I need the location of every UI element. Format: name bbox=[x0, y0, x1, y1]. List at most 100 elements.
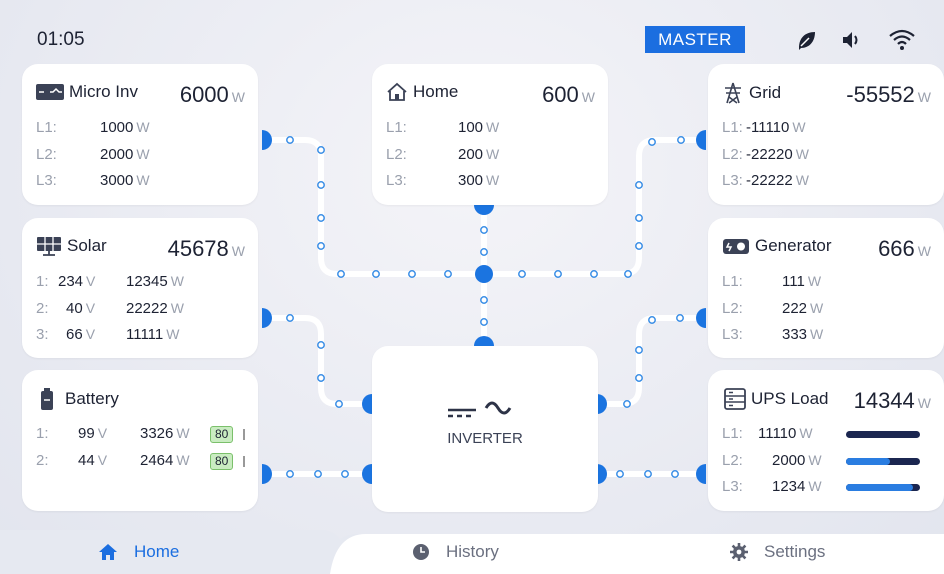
grid-row: L3: -22222 W bbox=[722, 172, 809, 189]
flow-dot bbox=[590, 270, 598, 278]
ups-total: 14344 W bbox=[853, 388, 931, 413]
tab-home[interactable]: Home bbox=[98, 530, 179, 574]
flow-dot bbox=[635, 181, 643, 189]
flow-dot bbox=[372, 270, 380, 278]
flow-dot bbox=[444, 270, 452, 278]
flow-dot bbox=[286, 470, 294, 478]
battery-soc-badge: 80 bbox=[210, 453, 234, 470]
generator-card[interactable]: Generator 666 W L1: 111 W L2: 222 W L3: 333… bbox=[708, 218, 944, 358]
generator-row: L1: 111 W bbox=[722, 273, 822, 290]
generator-row: L2: 222 W bbox=[722, 300, 824, 317]
inverter-symbol-icon bbox=[444, 394, 526, 420]
home-row: L3: 300 W bbox=[386, 172, 500, 189]
flow-dot bbox=[623, 400, 631, 408]
tab-settings[interactable]: Settings bbox=[730, 530, 825, 574]
flow-dot bbox=[648, 316, 656, 324]
battery-row: 2: 44 V 2464 W 80 bbox=[36, 452, 258, 472]
flow-dot bbox=[635, 346, 643, 354]
grid-row: L1: -11110 W bbox=[722, 119, 806, 136]
home-title: Home bbox=[413, 82, 459, 101]
grid-total: -55552 W bbox=[846, 82, 931, 107]
home-load-icon bbox=[387, 82, 407, 101]
battery-soc-badge: 80 bbox=[210, 426, 234, 443]
home-row: L1: 100 W bbox=[386, 119, 500, 136]
battery-card[interactable]: Battery 1: 99 V 3326 W 80 2: 44 V 2464 W 80 bbox=[22, 370, 258, 511]
battery-terminal bbox=[243, 456, 245, 467]
flow-dot bbox=[286, 136, 294, 144]
solar-panel-icon bbox=[37, 237, 61, 256]
ups-row: L2: 2000 W bbox=[722, 452, 932, 472]
tab-bar: Home History Settings bbox=[0, 530, 944, 574]
ups-load-card[interactable]: UPS Load 14344 W L1: 11110 W L2: 2000 W L3:… bbox=[708, 370, 944, 511]
screen: 01:05 MASTER Micro Inv 6000 W L1: 1000 W… bbox=[0, 0, 944, 574]
tab-history-label: History bbox=[446, 542, 499, 561]
ups-row: L1: 11110 W bbox=[722, 425, 932, 445]
grid-title: Grid bbox=[749, 83, 782, 102]
ups-level-bar bbox=[846, 458, 920, 465]
grid-card[interactable]: Grid -55552 W L1: -11110 W L2: -22220 W L3:… bbox=[708, 64, 944, 205]
micro-inverter-icon bbox=[36, 84, 64, 100]
flow-dot bbox=[644, 470, 652, 478]
clock-icon bbox=[413, 544, 429, 560]
flow-dot bbox=[335, 400, 343, 408]
flow-dot bbox=[480, 296, 488, 304]
ups-level-bar bbox=[846, 431, 920, 438]
flow-dot bbox=[635, 214, 643, 222]
generator-icon bbox=[723, 239, 749, 254]
flow-dot bbox=[671, 470, 679, 478]
flow-dot bbox=[286, 314, 294, 322]
tab-history[interactable]: History bbox=[412, 530, 499, 574]
flow-dot bbox=[317, 374, 325, 382]
flow-dot bbox=[676, 314, 684, 322]
micro-inv-title: Micro Inv bbox=[69, 82, 138, 101]
solar-card[interactable]: Solar 45678 W 1: 234 V 12345 W 2: 40 V 22222… bbox=[22, 218, 258, 358]
flow-dot bbox=[317, 146, 325, 154]
flow-dot bbox=[677, 136, 685, 144]
micro-inv-total: 6000 W bbox=[179, 82, 245, 107]
flow-dot bbox=[317, 341, 325, 349]
solar-row: 3: 66 V 11111 W bbox=[36, 326, 180, 343]
flow-dot bbox=[317, 181, 325, 189]
battery-icon bbox=[41, 388, 53, 410]
home-total: 600 W bbox=[542, 82, 595, 107]
grid-row: L2: -22220 W bbox=[722, 146, 809, 163]
ups-row: L3: 1234 W bbox=[722, 478, 932, 498]
flow-dot bbox=[341, 470, 349, 478]
inverter-label: INVERTER bbox=[447, 430, 523, 447]
flow-dot bbox=[480, 226, 488, 234]
solar-title: Solar bbox=[67, 236, 107, 255]
flow-dot bbox=[648, 138, 656, 146]
inverter-card[interactable]: INVERTER bbox=[372, 346, 598, 512]
flow-dot bbox=[624, 270, 632, 278]
ups-icon bbox=[724, 388, 746, 410]
flow-dot bbox=[554, 270, 562, 278]
solar-total: 45678 W bbox=[167, 236, 245, 261]
flow-dot bbox=[518, 270, 526, 278]
solar-row: 1: 234 V 12345 W bbox=[36, 273, 184, 290]
generator-row: L3: 333 W bbox=[722, 326, 824, 343]
tab-home-label: Home bbox=[134, 542, 180, 561]
ups-level-bar bbox=[846, 484, 920, 491]
flow-dot bbox=[616, 470, 624, 478]
flow-dot bbox=[635, 374, 643, 382]
ups-title: UPS Load bbox=[751, 389, 829, 408]
flow-dot bbox=[480, 318, 488, 326]
micro-inv-card[interactable]: Micro Inv 6000 W L1: 1000 W L2: 2000 W L3: … bbox=[22, 64, 258, 205]
flow-dot bbox=[314, 470, 322, 478]
micro-inv-row: L3: 3000 W bbox=[36, 172, 150, 189]
home-row: L2: 200 W bbox=[386, 146, 500, 163]
flow-dot bbox=[337, 270, 345, 278]
generator-title: Generator bbox=[755, 236, 832, 255]
tab-settings-label: Settings bbox=[764, 542, 826, 561]
solar-row: 2: 40 V 22222 W bbox=[36, 300, 184, 317]
gear-icon bbox=[730, 543, 748, 561]
flow-dot bbox=[317, 242, 325, 250]
battery-title: Battery bbox=[65, 389, 119, 408]
grid-tower-icon bbox=[725, 82, 741, 104]
micro-inv-row: L1: 1000 W bbox=[36, 119, 150, 136]
home-card[interactable]: Home 600 W L1: 100 W L2: 200 W L3: 300 W bbox=[372, 64, 608, 205]
micro-inv-row: L2: 2000 W bbox=[36, 146, 150, 163]
flow-dot bbox=[480, 248, 488, 256]
flow-dot bbox=[408, 270, 416, 278]
flow-dot bbox=[317, 214, 325, 222]
